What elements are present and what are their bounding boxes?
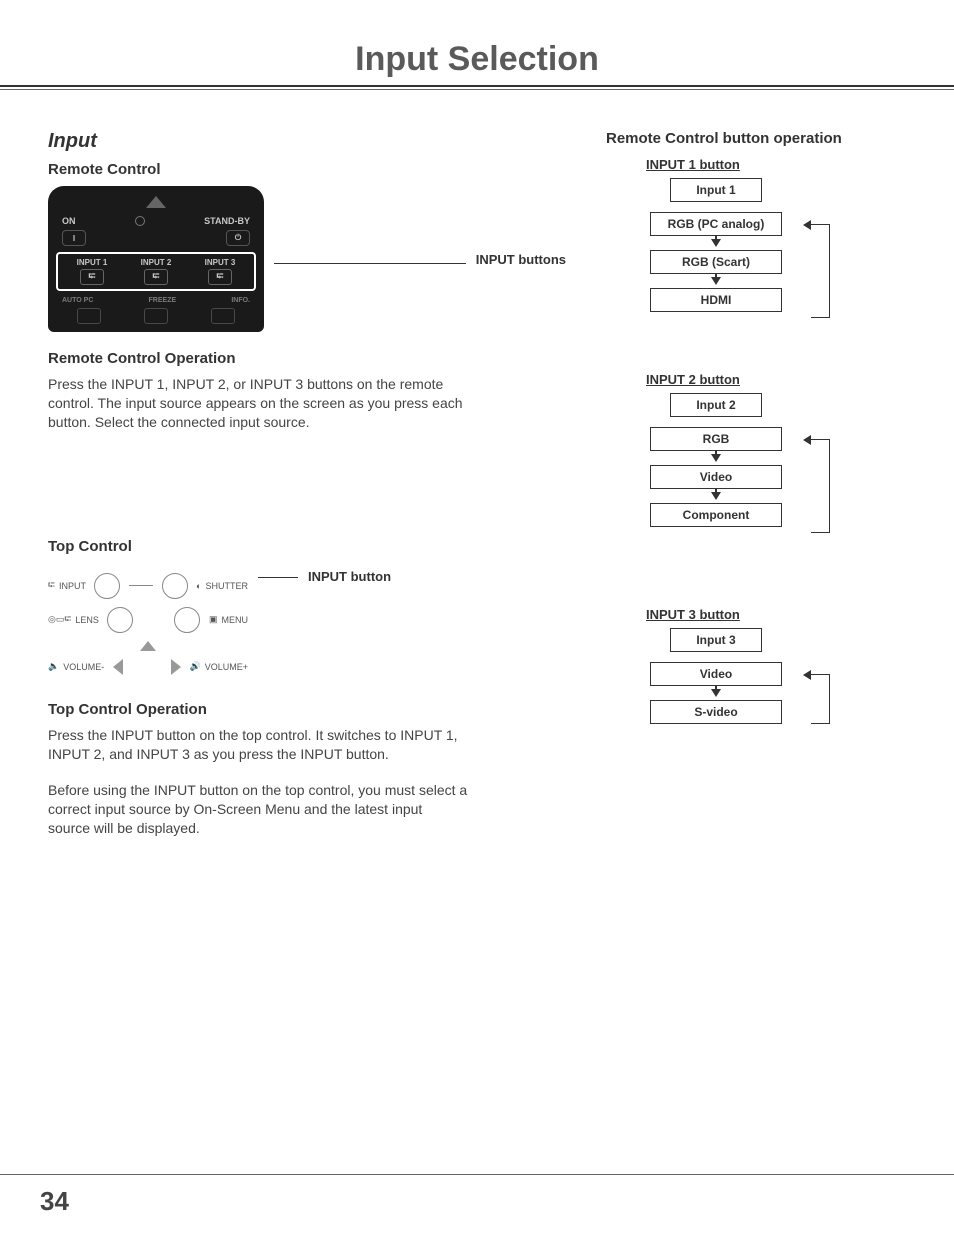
remote-standby-label: STAND-BY [204,216,250,226]
footer-rule [0,1174,954,1175]
callout-leader-line [274,263,466,264]
arrow-down-icon [711,239,721,247]
tc-lens-label: LENS [75,615,99,625]
remote-input2: INPUT 2 ⮓ [141,258,172,285]
input-icon: ⮓ [144,269,168,285]
flow1-head: Input 1 [670,178,762,202]
remote-standby-button: ⏻ [226,230,250,246]
flow2-item: RGB [650,427,782,451]
remote-on-button: I [62,230,86,246]
tc-volplus-label: VOLUME+ [205,662,248,672]
remote-op-heading: Remote Control Operation [48,350,566,367]
remote-on-label: ON [62,216,76,226]
remote-input-row: INPUT 1 ⮓ INPUT 2 ⮓ INPUT 3 ⮓ [56,252,256,291]
flow2-item: Video [650,465,782,489]
title-rule-thin [0,89,954,90]
remote-info-label: INFO. [231,297,250,304]
right-heading: Remote Control button operation [606,130,906,147]
top-control-heading: Top Control [48,538,566,555]
arrow-down-icon [711,689,721,697]
remote-led-icon [135,216,145,226]
flow2: Input 2 RGB Video Component [616,393,816,527]
remote-op-text: Press the INPUT 1, INPUT 2, or INPUT 3 b… [48,375,468,432]
arrow-down-icon [711,492,721,500]
input-icon: ⮓ [80,269,104,285]
flow1-item: HDMI [650,288,782,312]
input-icon: ⮓ [208,269,232,285]
remote-input3-label: INPUT 3 [205,258,236,267]
top-op-text1: Press the INPUT button on the top contro… [48,726,468,764]
loop-line [811,674,830,724]
tc-connector-line [129,585,153,586]
chevron-left-icon [113,659,123,675]
remote-graphic: ON STAND-BY I ⏻ INPUT 1 ⮓ [48,186,264,332]
top-op-heading: Top Control Operation [48,701,566,718]
arrow-left-icon [803,435,811,445]
flow2-head: Input 2 [670,393,762,417]
tc-volminus-label: VOLUME- [63,662,104,672]
remote-input1-label: INPUT 1 [77,258,108,267]
callout-leader-line [258,577,298,578]
flow1-item: RGB (PC analog) [650,212,782,236]
remote-heading: Remote Control [48,161,566,178]
remote-ir-icon [146,196,166,208]
chevron-up-icon [140,641,156,651]
flow3-title: INPUT 3 button [646,607,906,622]
tc-input-label: INPUT [59,581,86,591]
arrow-down-icon [711,454,721,462]
remote-input1: INPUT 1 ⮓ [77,258,108,285]
remote-freeze-button [144,308,168,324]
remote-info-button [211,308,235,324]
remote-autopc-label: AUTO PC [62,297,93,304]
top-callout-label: INPUT button [308,569,391,584]
flow1-item: RGB (Scart) [650,250,782,274]
remote-input2-label: INPUT 2 [141,258,172,267]
loop-line [811,224,830,318]
flow3-item: S-video [650,700,782,724]
arrow-down-icon [711,277,721,285]
remote-autopc-button [77,308,101,324]
loop-line [811,439,830,533]
chevron-right-icon [171,659,181,675]
top-control-graphic: ⮓INPUT ◐SHUTTER ◎▭⮓LENS ▣MENU [48,565,248,683]
top-op-text2: Before using the INPUT button on the top… [48,781,468,838]
flow1-title: INPUT 1 button [646,157,906,172]
flow2-item: Component [650,503,782,527]
flow3-item: Video [650,662,782,686]
flow2-title: INPUT 2 button [646,372,906,387]
top-control-figure: ⮓INPUT ◐SHUTTER ◎▭⮓LENS ▣MENU [48,565,566,683]
tc-menu-button [174,607,200,633]
page-number: 34 [40,1186,69,1217]
tc-shutter-button [162,573,188,599]
page-title: Input Selection [48,40,906,79]
flow3: Input 3 Video S-video [616,628,816,724]
tc-menu-label: MENU [221,615,248,625]
title-rule-thick [0,85,954,87]
remote-figure: ON STAND-BY I ⏻ INPUT 1 ⮓ [48,186,566,332]
tc-shutter-label: SHUTTER [205,581,248,591]
arrow-left-icon [803,670,811,680]
remote-input3: INPUT 3 ⮓ [205,258,236,285]
remote-freeze-label: FREEZE [149,297,177,304]
arrow-left-icon [803,220,811,230]
tc-input-button [94,573,120,599]
tc-lens-button [107,607,133,633]
flow3-head: Input 3 [670,628,762,652]
remote-callout-label: INPUT buttons [476,252,566,267]
flow1: Input 1 RGB (PC analog) RGB (Scart) HDMI [616,178,816,312]
section-heading: Input [48,130,566,153]
